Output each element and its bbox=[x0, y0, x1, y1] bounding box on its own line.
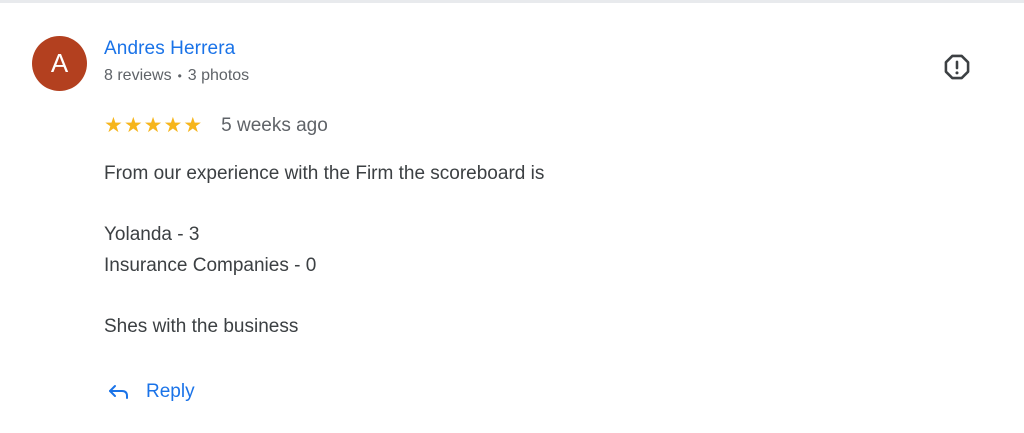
star-icon: ★ bbox=[123, 114, 143, 137]
photo-count: 3 photos bbox=[187, 67, 250, 84]
review-text-line: Insurance Companies - 0 bbox=[104, 254, 317, 276]
review-text-line: Shes with the business bbox=[104, 315, 299, 337]
star-icon: ★ bbox=[183, 114, 203, 137]
review-text: From our experience with the Firm the sc… bbox=[104, 159, 904, 342]
review-count: 8 reviews bbox=[104, 67, 172, 84]
avatar[interactable]: A bbox=[32, 36, 87, 91]
star-icon: ★ bbox=[143, 114, 163, 137]
reply-label: Reply bbox=[146, 381, 195, 402]
review-text-line: Yolanda - 3 bbox=[104, 224, 200, 245]
reply-arrow-icon bbox=[109, 385, 128, 399]
review-text-blank bbox=[104, 281, 904, 312]
review-date: 5 weeks ago bbox=[221, 115, 328, 136]
review-text-line: From our experience with the Firm the sc… bbox=[104, 163, 545, 184]
avatar-initial: A bbox=[50, 48, 69, 78]
report-flag-icon bbox=[944, 54, 970, 80]
rating-row: ★ ★ ★ ★ ★ 5 weeks ago bbox=[104, 114, 328, 138]
review-card: A Andres Herrera 8 reviews • 3 photos ★ … bbox=[0, 0, 1024, 433]
author-name[interactable]: Andres Herrera bbox=[104, 38, 235, 60]
meta-separator: • bbox=[177, 69, 182, 83]
report-review-button[interactable] bbox=[940, 50, 974, 84]
star-icon: ★ bbox=[104, 114, 123, 137]
star-icon: ★ bbox=[163, 114, 183, 137]
review-text-blank bbox=[104, 190, 904, 221]
star-rating: ★ ★ ★ ★ ★ bbox=[104, 114, 202, 138]
reply-button[interactable]: Reply bbox=[108, 374, 195, 410]
author-meta: 8 reviews • 3 photos bbox=[104, 67, 249, 85]
